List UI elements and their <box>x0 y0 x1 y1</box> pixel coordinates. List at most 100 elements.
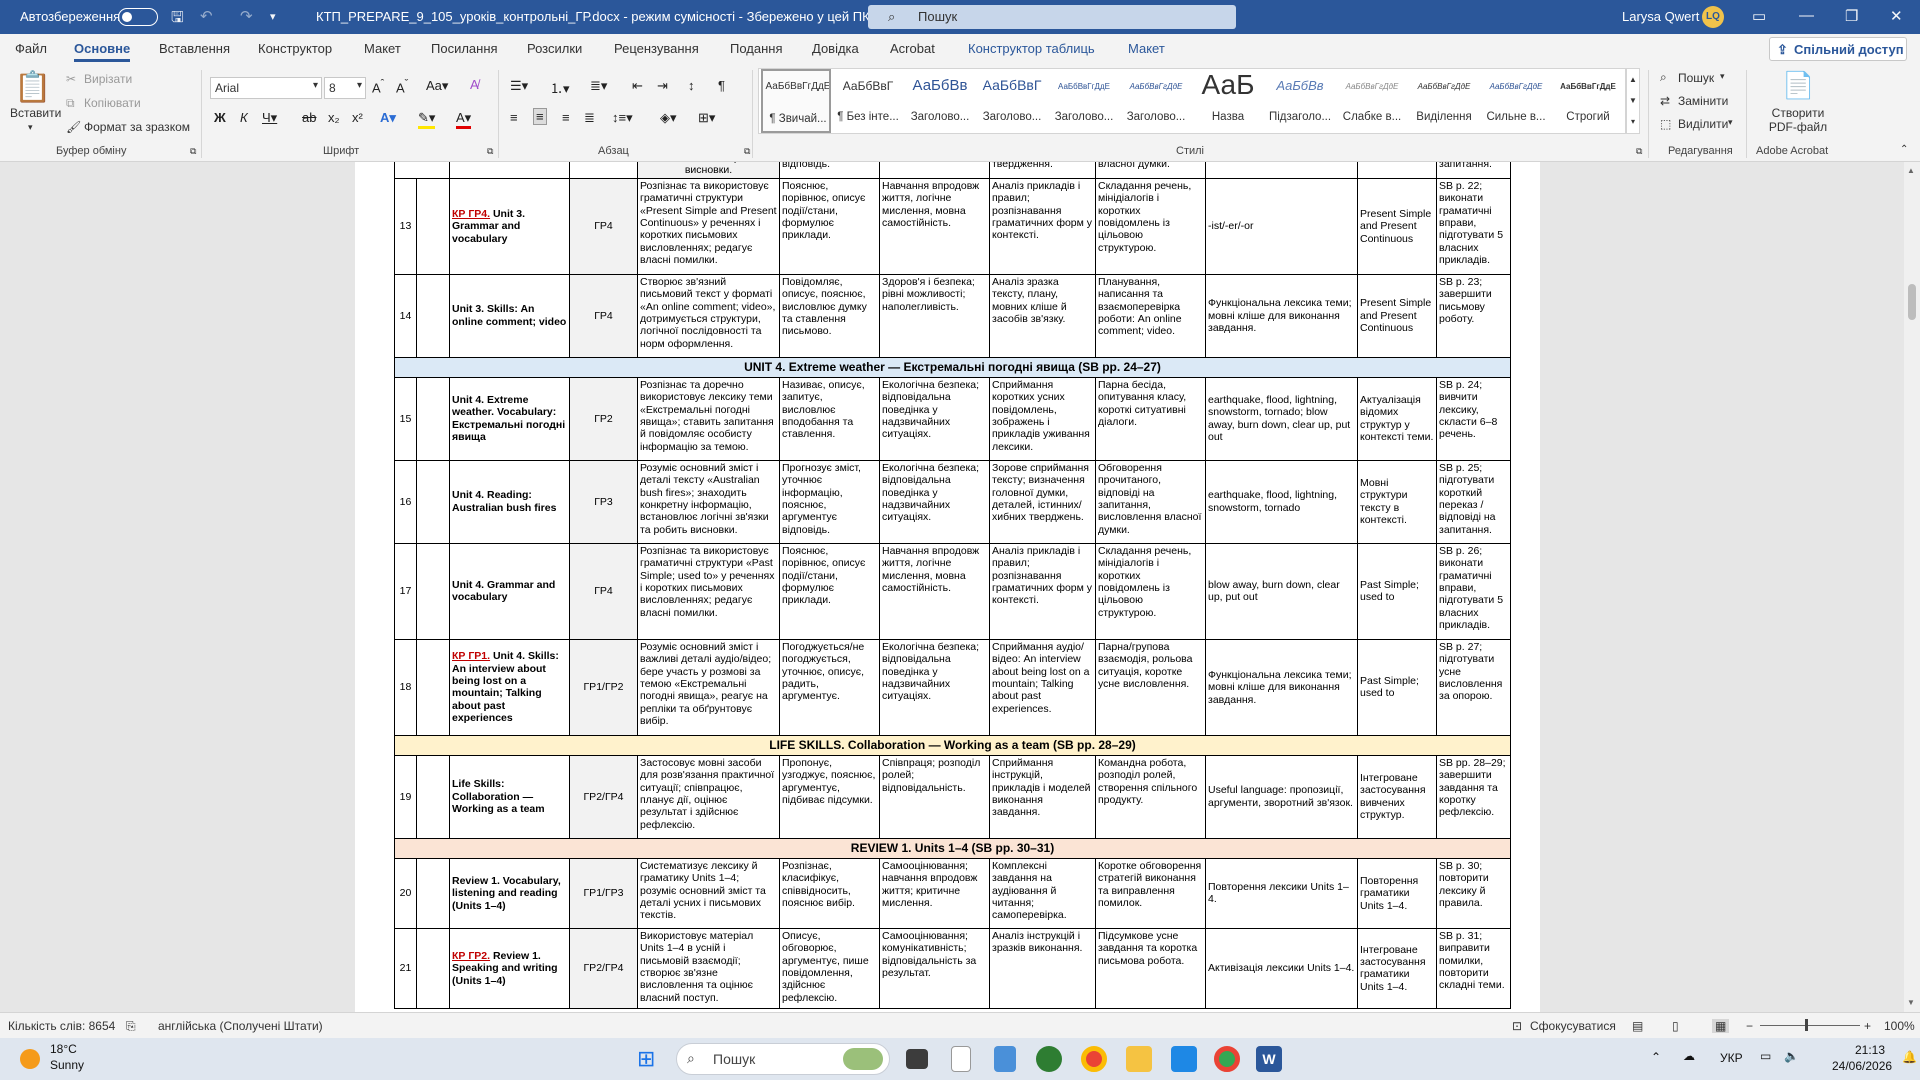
communicative-functions[interactable]: Пояснює, порівнює, описує події/стани, ф… <box>779 542 880 640</box>
grow-font-icon[interactable]: Aˆ <box>372 78 384 95</box>
table-cell[interactable] <box>879 162 990 179</box>
table-cell[interactable] <box>416 754 450 839</box>
group-code[interactable]: ГР2 <box>569 376 638 461</box>
user-name[interactable]: Larysa Qwert <box>1622 9 1699 24</box>
chevron-up-icon[interactable]: ▲ <box>1627 69 1639 90</box>
clock-time[interactable]: 21:13 <box>1855 1043 1885 1057</box>
tab-view[interactable]: Подання <box>730 41 783 56</box>
increase-indent-icon[interactable]: ⇥ <box>657 78 668 94</box>
line-spacing-icon[interactable]: ↕≡▾ <box>612 110 633 126</box>
bold-icon[interactable]: Ж <box>214 110 226 125</box>
expected-outcomes[interactable]: Створює зв'язний письмовий текст у форма… <box>637 273 780 358</box>
copy-icon[interactable]: ⧉ <box>66 96 75 111</box>
expected-outcomes[interactable]: Розуміє основний зміст і важливі деталі … <box>637 638 780 736</box>
grammar[interactable]: Повторення граматики Units 1–4. <box>1357 857 1437 929</box>
style-normal[interactable]: АаБбВвГгДдЕ ¶ Звичай... <box>761 69 831 133</box>
tab-help[interactable]: Довідка <box>812 41 859 56</box>
lesson-topic[interactable]: Review 1. Vocabulary, listening and read… <box>449 857 570 929</box>
vocabulary[interactable]: earthquake, flood, lightning, snowstorm,… <box>1205 459 1358 544</box>
table-cell[interactable] <box>416 459 450 544</box>
homework[interactable]: SB p. 30; повторити лексику й правила. <box>1436 857 1511 929</box>
paste-dropdown-icon[interactable]: ▾ <box>28 122 33 133</box>
chevron-down-icon[interactable]: ▼ <box>1627 90 1639 111</box>
grammar[interactable]: Past Simple; used to <box>1357 638 1437 736</box>
tab-table-layout[interactable]: Макет <box>1128 41 1165 56</box>
reception-activities[interactable]: Аналіз прикладів і правил; розпізнавання… <box>989 177 1096 275</box>
tab-review[interactable]: Рецензування <box>614 41 699 56</box>
search-box[interactable]: ⌕ Пошук <box>868 5 1236 29</box>
lesson-number[interactable]: 20 <box>394 857 417 929</box>
avatar[interactable]: LQ <box>1702 6 1724 28</box>
group-code[interactable]: ГР3 <box>569 459 638 544</box>
table-cell[interactable] <box>416 857 450 929</box>
print-layout-icon[interactable]: ▯ <box>1672 1019 1679 1033</box>
task-view-icon[interactable] <box>906 1049 928 1069</box>
clock-date[interactable]: 24/06/2026 <box>1832 1059 1892 1073</box>
group-code[interactable]: ГР1/ГР3 <box>569 857 638 929</box>
multilevel-list-icon[interactable]: ≣▾ <box>590 78 607 94</box>
lesson-topic[interactable]: КР ГР2. Review 1. Speaking and writing (… <box>449 927 570 1009</box>
font-name-select[interactable]: Arial ▾ <box>210 77 322 99</box>
table-cell[interactable]: власної думки. <box>1095 162 1206 179</box>
tab-home[interactable]: Основне <box>74 41 131 62</box>
interaction-activities[interactable]: Обговорення прочитаного, відповіді на за… <box>1095 459 1206 544</box>
vocabulary[interactable]: Useful language: пропозиції, аргументи, … <box>1205 754 1358 839</box>
table-cell[interactable] <box>569 162 638 179</box>
zoom-level[interactable]: 100% <box>1884 1019 1915 1033</box>
lesson-topic[interactable]: Life Skills: Collaboration — Working as … <box>449 754 570 839</box>
tab-mailings[interactable]: Розсилки <box>527 41 582 56</box>
styles-launcher-icon[interactable]: ⧉ <box>1636 146 1642 157</box>
style-subtle-emphasis[interactable]: АаБбВвГгДдЕ Слабке в... <box>1337 69 1407 133</box>
style-heading-1[interactable]: АаБбВв Заголово... <box>905 69 975 133</box>
communicative-functions[interactable]: Описує, обговорює, аргументує, пише пові… <box>779 927 880 1009</box>
font-size-select[interactable]: 8 ▾ <box>324 77 366 99</box>
vocabulary[interactable]: earthquake, flood, lightning, snowstorm,… <box>1205 376 1358 461</box>
lesson-topic[interactable]: КР ГР1. Unit 4. Skills: An interview abo… <box>449 638 570 736</box>
chevron-down-icon[interactable]: ▾ <box>1720 71 1725 82</box>
section-title[interactable]: REVIEW 1. Units 1–4 (SB pp. 30–31) <box>394 837 1511 859</box>
interaction-activities[interactable]: Коротке обговорення стратегій виконання … <box>1095 857 1206 929</box>
find-button[interactable]: Пошук <box>1678 71 1714 85</box>
expected-outcomes[interactable]: Систематизує лексику й граматику Units 1… <box>637 857 780 929</box>
interaction-activities[interactable]: Командна робота, розподіл ролей, створен… <box>1095 754 1206 839</box>
weather-condition[interactable]: Sunny <box>50 1058 84 1072</box>
notifications-icon[interactable]: 🔔 <box>1902 1050 1917 1064</box>
table-cell[interactable] <box>1357 162 1437 179</box>
communicative-functions[interactable]: Пропонує, узгоджує, пояснює, аргументує,… <box>779 754 880 839</box>
tab-acrobat[interactable]: Acrobat <box>890 41 935 56</box>
interaction-activities[interactable]: Парна/групова взаємодія, рольова ситуаці… <box>1095 638 1206 736</box>
bullets-icon[interactable]: ☰▾ <box>510 78 528 94</box>
chevron-down-icon[interactable]: ▾ <box>1728 117 1733 128</box>
vertical-scrollbar[interactable]: ▲ ▼ <box>1904 162 1920 1012</box>
align-right-icon[interactable]: ≡ <box>562 110 570 125</box>
group-code[interactable]: ГР4 <box>569 177 638 275</box>
homework[interactable]: SB p. 26; виконати граматичні вправи, пі… <box>1436 542 1511 640</box>
calculator-icon[interactable] <box>994 1046 1016 1072</box>
taskbar-search[interactable]: ⌕ Пошук <box>676 1043 890 1075</box>
remote-desktop-icon[interactable] <box>1171 1046 1197 1072</box>
scroll-thumb[interactable] <box>1908 284 1916 320</box>
file-explorer-icon[interactable] <box>1126 1046 1152 1072</box>
communicative-functions[interactable]: Повідомляє, описує, пояснює, висловлює д… <box>779 273 880 358</box>
paste-icon[interactable]: 📋 <box>14 70 51 105</box>
interaction-activities[interactable]: Планування, написання та взаємоперевірка… <box>1095 273 1206 358</box>
style-heading-4[interactable]: АаБбВвГгДдЕ Заголово... <box>1121 69 1191 133</box>
homework[interactable]: SB pp. 28–29; завершити завдання та коро… <box>1436 754 1511 839</box>
web-layout-icon[interactable]: ▦ <box>1712 1019 1730 1033</box>
lesson-number[interactable]: 17 <box>394 542 417 640</box>
copy-button[interactable]: Копіювати <box>84 96 141 110</box>
zoom-thumb[interactable] <box>1805 1019 1808 1031</box>
reception-activities[interactable]: Аналіз зразка тексту, плану, мовних кліш… <box>989 273 1096 358</box>
zoom-out-icon[interactable]: − <box>1746 1019 1753 1033</box>
group-code[interactable]: ГР4 <box>569 273 638 358</box>
grammar[interactable]: Актуалізація відомих структур у контекст… <box>1357 376 1437 461</box>
select-icon[interactable]: ⬚ <box>1660 117 1671 131</box>
cross-cutting-lines[interactable]: Самооцінювання; навчання впродовж життя;… <box>879 857 990 929</box>
table-cell[interactable] <box>449 162 570 179</box>
homework[interactable]: SB p. 25; підготувати короткий переказ /… <box>1436 459 1511 544</box>
vocabulary[interactable]: Функціональна лексика теми; мовні кліше … <box>1205 273 1358 358</box>
weather-sun-icon[interactable] <box>20 1049 40 1069</box>
grammar[interactable]: Інтегроване застосування вивчених структ… <box>1357 754 1437 839</box>
close-icon[interactable]: ✕ <box>1890 7 1903 25</box>
table-cell[interactable]: відповідь. <box>779 162 880 179</box>
